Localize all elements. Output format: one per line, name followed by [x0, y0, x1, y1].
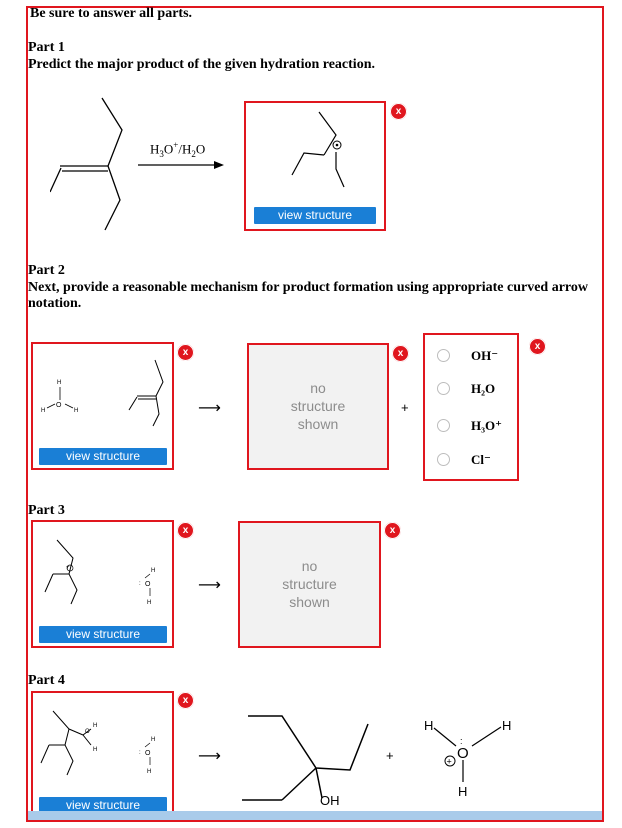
mechanism-arrow-4: ⟶ [198, 746, 221, 765]
svg-text:H: H [147, 600, 151, 606]
svg-text:O: O [56, 402, 62, 409]
part1-title: Part 1 [28, 40, 65, 55]
part1-close-icon[interactable]: x [390, 103, 407, 120]
reagent-label: H3O+/H2O [150, 140, 206, 159]
part1-prompt: Predict the major product of the given h… [28, 57, 375, 72]
part4-product-alcohol-structure [242, 715, 369, 801]
svg-text:H: H [41, 408, 45, 414]
svg-text:O: O [145, 581, 151, 588]
part2-plus: + [401, 400, 409, 415]
svg-text:H: H [93, 747, 97, 753]
svg-text:H: H [151, 568, 155, 574]
part2-no-structure-line3: shown [297, 416, 339, 432]
part2-product-close-icon[interactable]: x [392, 345, 409, 362]
mechanism-arrow-3: ⟶ [198, 575, 221, 594]
option-hydronium-label: H₃O⁺ [471, 418, 502, 433]
product-oh-label: OH [320, 793, 340, 808]
part3-reactants-box[interactable]: + H O : H view structure [31, 520, 174, 648]
part3-view-structure-button[interactable]: view structure [39, 626, 167, 643]
svg-text:H: H [424, 718, 433, 733]
hydronium-ion-structure: H H O H : + [424, 718, 511, 799]
product-structure-carbocation [291, 111, 345, 188]
part3-product-close-icon[interactable]: x [384, 522, 401, 539]
part1-answer-box[interactable]: view structure [244, 101, 386, 231]
option-hydronium-radio[interactable] [437, 419, 450, 432]
part3-title: Part 3 [28, 503, 65, 518]
svg-text:H: H [151, 737, 155, 743]
part3-reactants-drawing: + H O : H [44, 539, 155, 606]
bottom-scroll-bar[interactable] [28, 811, 602, 820]
option-water-radio[interactable] [437, 382, 450, 395]
svg-text:H: H [502, 718, 511, 733]
part2-byproduct-options[interactable]: OH⁻ H₂O H₃O⁺ Cl⁻ [423, 333, 519, 481]
part3-no-structure-line2: structure [282, 576, 337, 592]
part4-reactants-box[interactable]: O H H H O : H view structure [31, 691, 174, 819]
mechanism-arrow-2: ⟶ [198, 398, 221, 417]
svg-text:+: + [66, 565, 70, 571]
option-hydroxide-radio[interactable] [437, 349, 450, 362]
option-chloride-label: Cl⁻ [471, 452, 491, 467]
part4-plus: + [386, 748, 394, 763]
svg-text:+: + [447, 757, 452, 767]
option-chloride-radio[interactable] [437, 453, 450, 466]
part1-view-structure-button[interactable]: view structure [254, 207, 376, 224]
part4-reactants-drawing: O H H H O : H [40, 710, 155, 776]
part3-no-structure-line3: shown [289, 594, 330, 610]
part4-title: Part 4 [28, 673, 65, 688]
reactant-alkene-structure [50, 97, 123, 231]
part2-title: Part 2 [28, 263, 65, 278]
svg-text:H: H [458, 784, 467, 799]
svg-text::: : [460, 736, 463, 746]
reaction-arrow-1 [138, 161, 224, 169]
part3-product-box[interactable]: no structure shown [238, 521, 381, 648]
part2-product-box[interactable]: no structure shown [247, 343, 389, 470]
svg-text::: : [139, 750, 141, 756]
part2-reactants-drawing: H H H O [41, 359, 164, 427]
option-water-label: H₂O [471, 381, 496, 396]
part3-reactants-close-icon[interactable]: x [177, 522, 194, 539]
part2-prompt: Next, provide a reasonable mechanism for… [28, 280, 588, 311]
svg-text::: : [139, 581, 141, 587]
part2-no-structure-line2: structure [290, 398, 346, 414]
part3-no-structure-line1: no [301, 558, 318, 574]
svg-text:O: O [457, 745, 469, 762]
part2-reactants-box[interactable]: H H H O view structure [31, 342, 174, 470]
instructions: Be sure to answer all parts. [30, 6, 193, 21]
part2-options-close-icon[interactable]: x [529, 338, 546, 355]
svg-text:O: O [145, 750, 151, 757]
part2-no-structure-line1: no [310, 380, 326, 396]
svg-text:H: H [57, 380, 61, 386]
part2-reactants-close-icon[interactable]: x [177, 344, 194, 361]
svg-text:O: O [85, 729, 90, 735]
svg-text:H: H [74, 408, 78, 414]
option-hydroxide-label: OH⁻ [471, 348, 499, 363]
part2-view-structure-button[interactable]: view structure [39, 448, 167, 465]
svg-text:H: H [93, 723, 97, 729]
svg-text:H: H [147, 769, 151, 775]
part4-reactants-close-icon[interactable]: x [177, 692, 194, 709]
